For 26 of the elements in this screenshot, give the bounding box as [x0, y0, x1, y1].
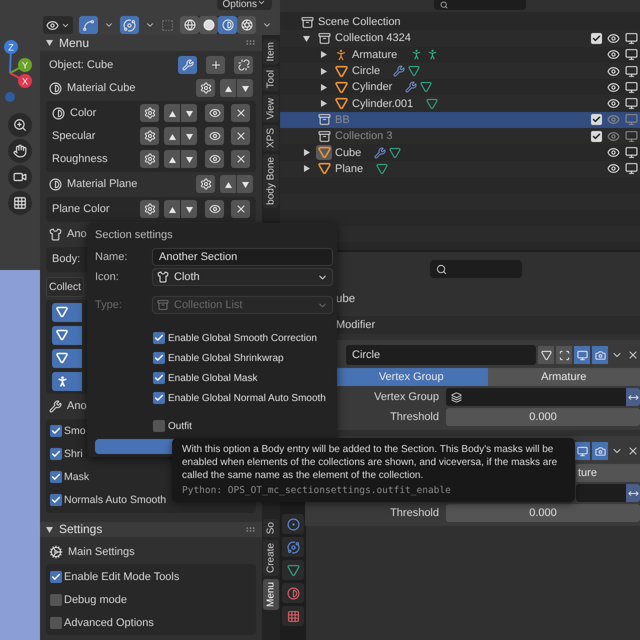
panel-title: Settings: [59, 522, 104, 536]
material-name: Material Cube: [67, 82, 136, 94]
field-label: Threshold: [389, 507, 439, 519]
property-name: Plane Color: [52, 203, 110, 215]
popup-title: Section settings: [95, 229, 174, 243]
axis-label: Z: [8, 42, 14, 52]
field-label: Vertex Group: [373, 391, 439, 403]
section-name: Ano: [67, 228, 87, 240]
subsection-title: Main Settings: [68, 546, 135, 558]
field-label: Type:: [95, 299, 123, 311]
axis-label: Y: [22, 60, 28, 70]
panel-title: Menu: [59, 36, 90, 50]
field-label: Threshold: [389, 411, 439, 423]
body-label: Body:: [52, 253, 80, 265]
property-name: Color: [70, 107, 96, 119]
field-label: Name:: [95, 251, 128, 263]
property-name: Specular: [52, 130, 96, 142]
property-name: Roughness: [52, 153, 108, 165]
python-path: Python: OPS_OT_mc_sectionsettings.outfit_enable: [182, 485, 452, 496]
global-properties-title: Ano: [67, 400, 87, 412]
axis-label: X: [22, 76, 28, 86]
object-name: ube: [335, 292, 356, 307]
object-label: Object: Cube: [49, 59, 114, 71]
tooltip-text: With this option a Body entry will be added to the Section. This Body's masks will be enabled when elements of the collections are shown, and viceversa, if the masks are called the same name as the element of the collection.: [182, 443, 558, 482]
material-name: Material Plane: [67, 178, 138, 190]
field-label: Icon:: [95, 271, 120, 283]
